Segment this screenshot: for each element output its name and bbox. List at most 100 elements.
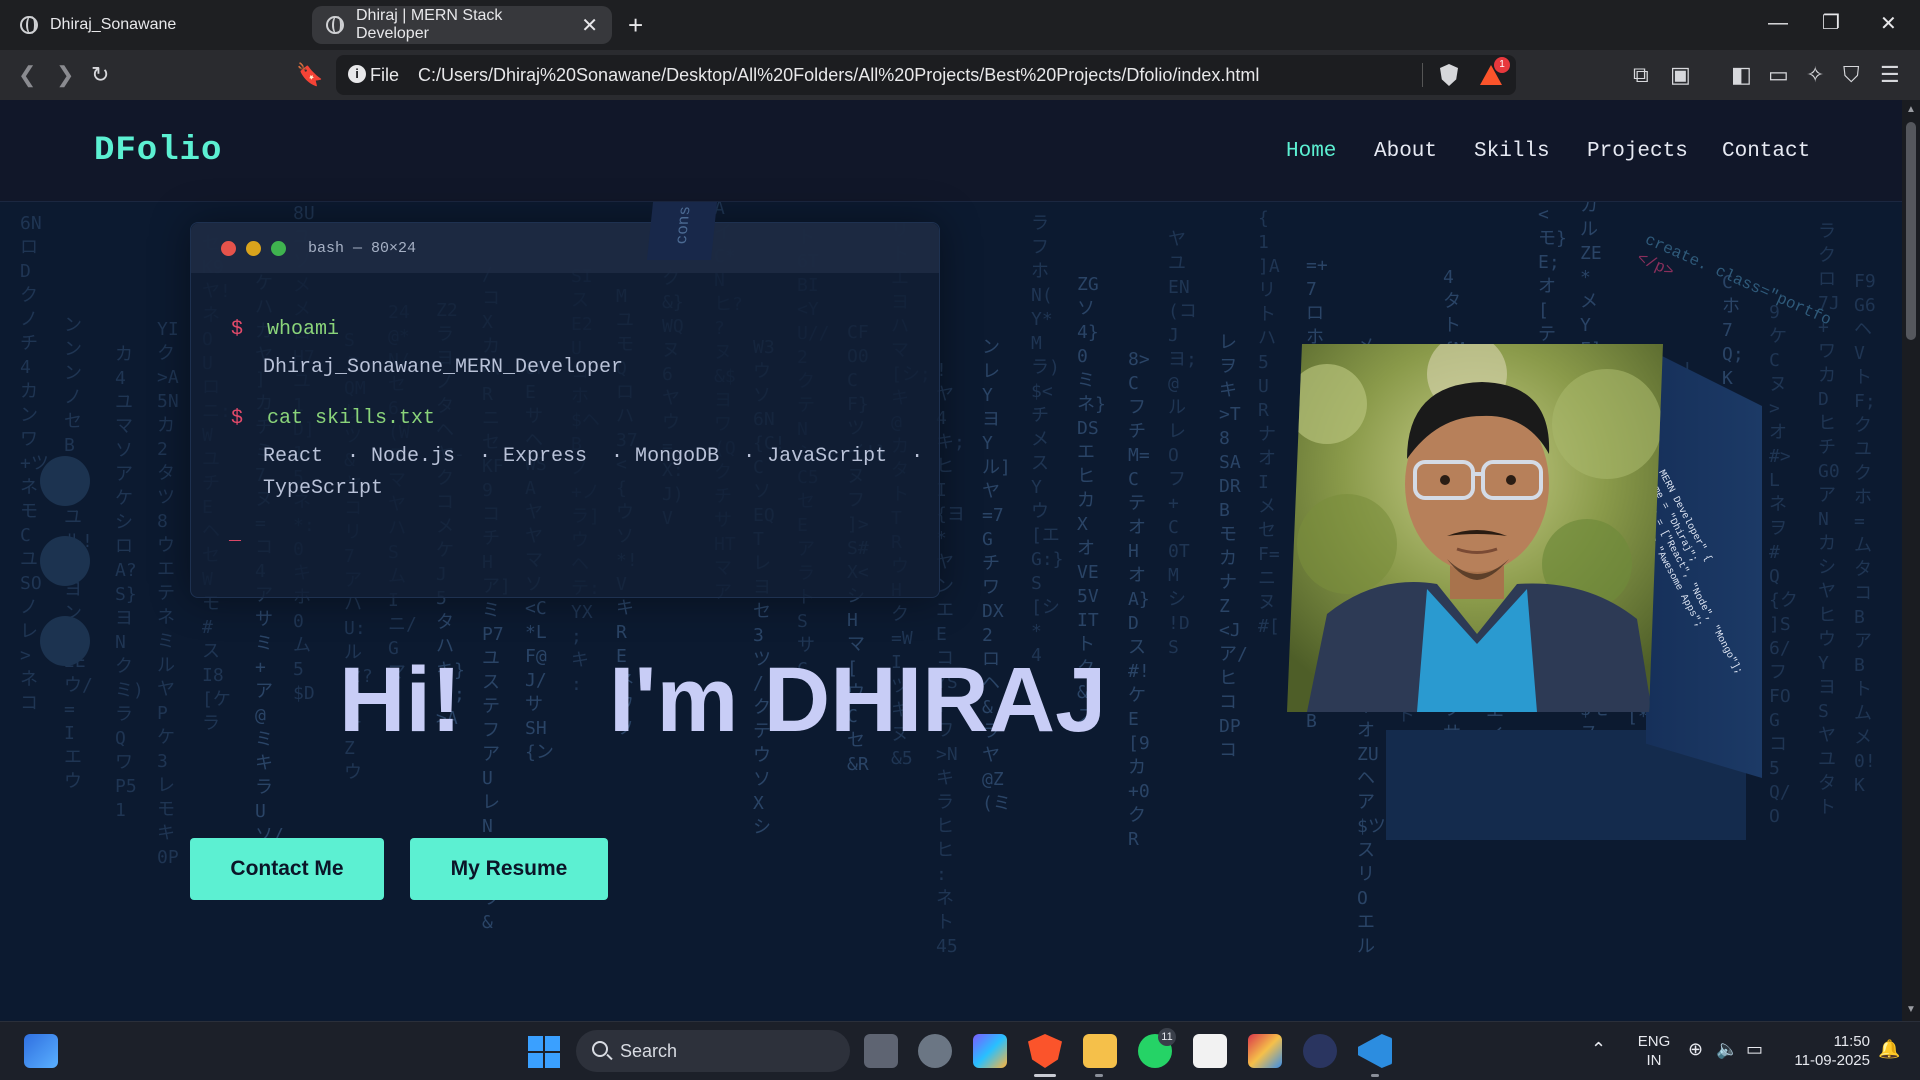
decorative-code-tag: cons (646, 202, 718, 260)
start-button[interactable] (528, 1036, 560, 1068)
mail-app-icon[interactable] (1248, 1034, 1282, 1068)
address-bar[interactable]: i File C:/Users/Dhiraj%20Sonawane/Deskto… (336, 55, 1516, 95)
windows-taskbar: Search 11 ⌃ ENG IN ⊕ 🔈 ▭ 11:50 11-09-202… (0, 1021, 1920, 1080)
browser-tab[interactable]: Dhiraj_Sonawane (6, 6, 306, 44)
whatsapp-badge: 11 (1158, 1028, 1176, 1046)
nav-skills[interactable]: Skills (1474, 140, 1550, 163)
code-rain-column: カ4ユマソアケシロA?S}ヨNクミ)ラQワP5 1 (115, 344, 144, 821)
info-icon[interactable]: i (348, 65, 366, 83)
code-rain-column: 8>CフチM=CテオHオA}Dス#! ケ E[9カ+0ク R (1128, 349, 1150, 850)
browser-tab-active[interactable]: Dhiraj | MERN Stack Developer ✕ (312, 6, 612, 44)
reader-mode-icon[interactable]: ▣ (1670, 63, 1691, 87)
globe-icon (20, 16, 38, 34)
close-tab-icon[interactable]: ✕ (581, 13, 598, 38)
running-indicator (1371, 1074, 1379, 1077)
photo-card-side: MERN Developer" { name = "Dhiraj"; skill… (1646, 348, 1762, 778)
code-rain-column: { 1 ]Aリトハ5 U R ナオIメセF=ニヌ#[ (1258, 208, 1280, 637)
terminal-window: bash — 80×24 $ whoami Dhiraj_Sonawane_ME… (190, 222, 940, 598)
terminal-zoom-dot (271, 240, 286, 256)
scrollbar-thumb[interactable] (1906, 122, 1916, 340)
extensions-icon[interactable]: ⧉ (1633, 63, 1649, 87)
minimize-button[interactable]: — (1768, 12, 1788, 35)
terminal-title: bash — 80×24 (308, 239, 417, 257)
hero-name: I'm DHIRAJ (609, 649, 1107, 751)
vpn-shield-icon[interactable]: ⛉ (1843, 63, 1860, 87)
search-placeholder: Search (620, 1041, 678, 1061)
leo-ai-icon[interactable]: ✧ (1806, 63, 1824, 87)
terminal-output: Dhiraj_Sonawane_MERN_Developer (263, 356, 624, 379)
terminal-output: TypeScript (263, 477, 384, 500)
nav-contact[interactable]: Contact (1722, 140, 1810, 163)
code-rain-column: F9G6ヘV トF;クユクホ=ムタコBア Bト ムメ0!K (1854, 271, 1876, 796)
terminal-output: React · Node.js · Express · MongoDB · Ja… (263, 445, 924, 468)
profile-photo (1287, 344, 1663, 712)
brave-browser-icon[interactable] (1028, 1034, 1062, 1068)
file-explorer-icon[interactable] (1083, 1034, 1117, 1068)
wallet-icon[interactable]: ▭ (1768, 63, 1789, 87)
running-indicator (1095, 1074, 1103, 1077)
site-logo[interactable]: DFolio (94, 132, 222, 170)
web-page: 6NロDクノチ4カ ン ワ+ツ ネモCユSOノレ>ネコ ンン ンノセB }ウユル… (0, 100, 1902, 1021)
tab-title: Dhiraj_Sonawane (50, 16, 177, 33)
chevron-up-icon[interactable]: ⌃ (1591, 1040, 1606, 1059)
terminal-header: bash — 80×24 (191, 223, 939, 273)
widgets-icon[interactable] (24, 1034, 58, 1068)
language-indicator[interactable]: ENG IN (1632, 1032, 1676, 1070)
browser-tab-bar: Dhiraj_Sonawane Dhiraj | MERN Stack Deve… (0, 0, 1920, 50)
code-rain-column: ヤユEN(コJヨ; @ル レOフ+ C 0TM シ !DS (1168, 229, 1197, 658)
restore-button[interactable]: ❐ (1822, 10, 1840, 35)
copilot-icon[interactable] (973, 1034, 1007, 1068)
terminal-command-line: $ whoami (231, 318, 340, 341)
battery-icon[interactable]: ▭ (1746, 1040, 1763, 1059)
clock[interactable]: 11:50 11-09-2025 (1780, 1032, 1870, 1070)
side-decor-dot (40, 536, 90, 586)
terminal-minimize-dot (246, 240, 261, 256)
rewards-badge: 1 (1494, 57, 1510, 73)
network-icon[interactable]: ⊕ (1688, 1040, 1703, 1059)
url-scheme-label: File (370, 65, 400, 85)
page-scrollbar[interactable]: ▲ ▼ (1902, 100, 1920, 1021)
my-resume-button[interactable]: My Resume (410, 838, 608, 900)
running-indicator (1034, 1074, 1056, 1077)
bookmark-icon[interactable]: 🔖 (296, 63, 323, 87)
vscode-icon[interactable] (1358, 1034, 1392, 1068)
divider (1422, 63, 1423, 87)
menu-icon[interactable]: ☰ (1880, 63, 1900, 87)
url-text[interactable]: C:/Users/Dhiraj%20Sonawane/Desktop/All%2… (418, 65, 1259, 86)
scroll-up-icon[interactable]: ▲ (1906, 104, 1916, 115)
contact-me-button[interactable]: Contact Me (190, 838, 384, 900)
taskbar-search[interactable]: Search (576, 1030, 850, 1072)
terminal-cursor: _ (229, 523, 242, 546)
task-view-icon[interactable] (864, 1034, 898, 1068)
brave-shields-icon[interactable] (1440, 64, 1458, 86)
search-icon (592, 1041, 608, 1057)
sidebar-icon[interactable]: ◧ (1731, 63, 1752, 87)
reload-icon[interactable]: ↻ (91, 63, 109, 87)
hero-greeting: Hi! (339, 649, 462, 751)
terminal-command-line: $ cat skills.txt (231, 407, 436, 430)
new-tab-button[interactable]: + (628, 10, 643, 41)
code-rain-column: 9 ケCヌ>オ#>Lネヲ# Q{ク ]S6/フFOGコ5Q/O (1769, 302, 1798, 827)
back-icon[interactable]: ❮ (18, 63, 36, 87)
side-decor-dot (40, 616, 90, 666)
code-rain-column: レヲキ>T8 SA DRBモカナZ <Jア/ヒ コDPコ (1219, 332, 1248, 761)
code-rain-column: 6NロDクノチ4カ ン ワ+ツ ネモCユSOノレ>ネコ (20, 213, 49, 714)
nav-projects[interactable]: Projects (1587, 140, 1688, 163)
site-navbar: DFolio Home About Skills Projects Contac… (0, 100, 1902, 202)
forward-icon[interactable]: ❯ (56, 63, 74, 87)
eclipse-icon[interactable] (1303, 1034, 1337, 1068)
nav-about[interactable]: About (1374, 140, 1437, 163)
nav-home[interactable]: Home (1286, 140, 1336, 163)
notification-bell-icon[interactable]: 🔔 (1878, 1040, 1900, 1059)
terminal-close-dot (221, 240, 236, 256)
volume-icon[interactable]: 🔈 (1716, 1040, 1738, 1059)
globe-icon (326, 16, 344, 34)
code-rain-column: YIク >A5Nカ2 タツ8ウ エテネミ ル ヤPケ3レモキ0P (157, 319, 179, 868)
capcut-icon[interactable] (1193, 1034, 1227, 1068)
scroll-down-icon[interactable]: ▼ (1906, 1004, 1916, 1015)
tab-title: Dhiraj | MERN Stack Developer (356, 7, 503, 42)
code-rain-column: ラフホN( Y*Mラ)$<チメス Yウ[エG:}S[シ* 4 (1031, 213, 1064, 666)
camera-app-icon[interactable] (918, 1034, 952, 1068)
side-decor-dot (40, 456, 90, 506)
close-window-button[interactable]: ✕ (1880, 11, 1897, 36)
